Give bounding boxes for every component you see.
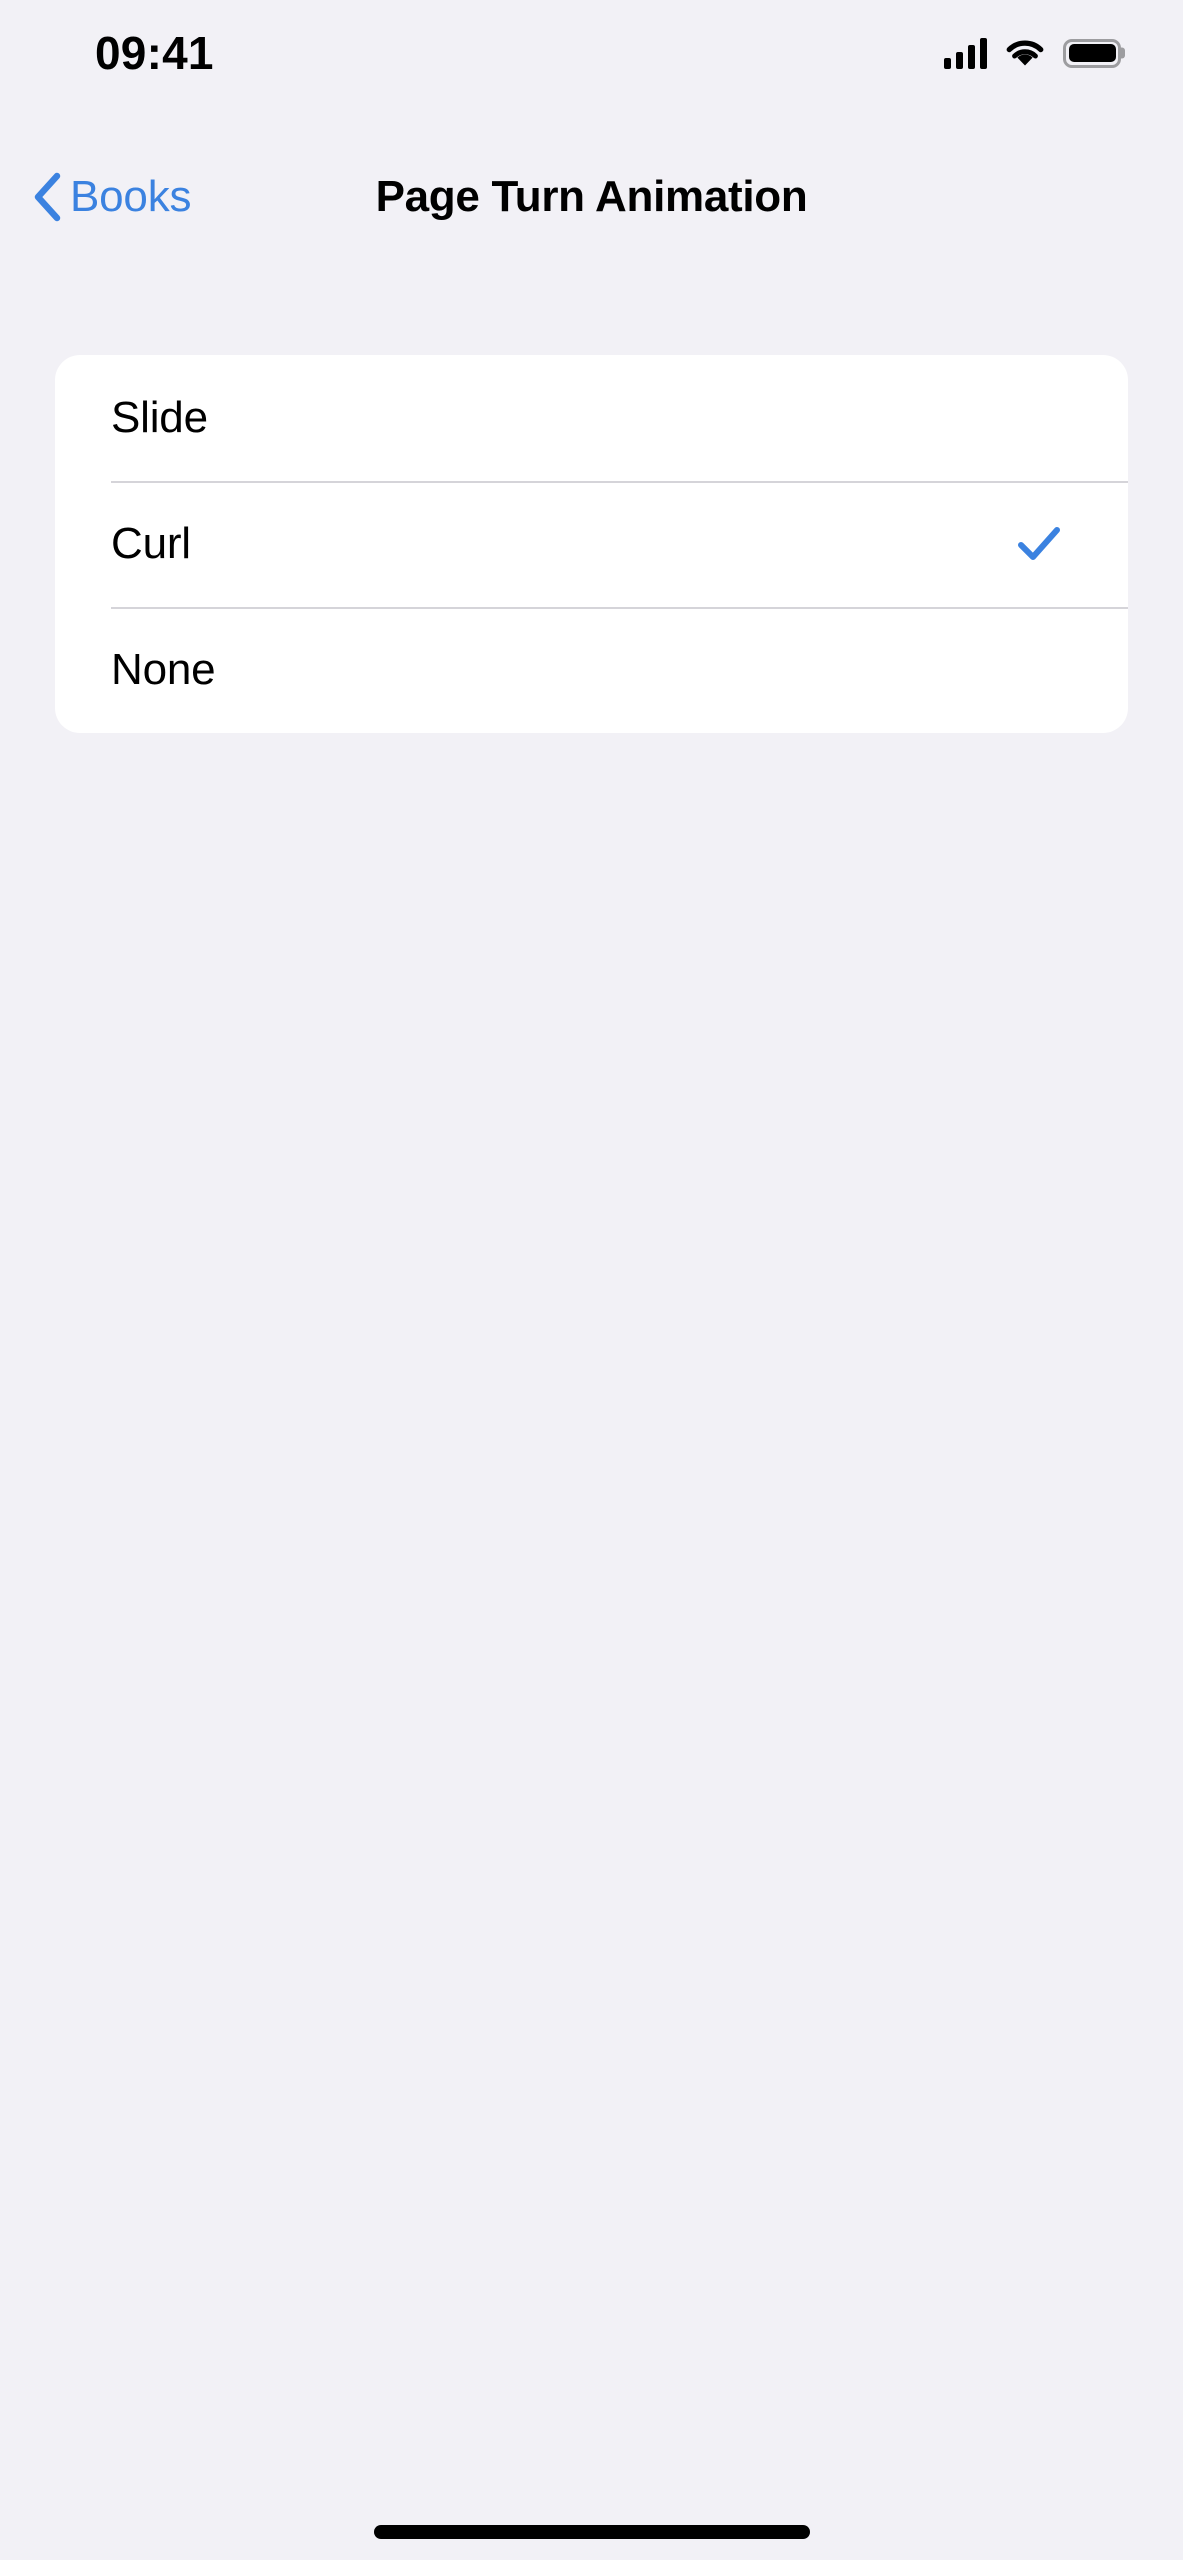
checkmark-icon bbox=[1016, 521, 1062, 567]
page-turn-animation-options-card: Slide Curl None bbox=[55, 355, 1128, 733]
battery-icon bbox=[1063, 38, 1121, 68]
back-button[interactable]: Books bbox=[30, 152, 191, 242]
option-row-curl[interactable]: Curl bbox=[55, 481, 1128, 607]
option-row-slide[interactable]: Slide bbox=[55, 355, 1128, 481]
cellular-bars-icon bbox=[944, 37, 987, 69]
navigation-bar: Books Page Turn Animation bbox=[0, 152, 1183, 242]
back-button-label: Books bbox=[70, 172, 192, 221]
status-bar-icons bbox=[944, 31, 1121, 69]
status-bar-time: 09:41 bbox=[95, 27, 214, 79]
option-label: None bbox=[111, 645, 216, 694]
chevron-left-icon bbox=[30, 171, 64, 223]
option-label: Curl bbox=[111, 519, 191, 568]
option-row-none[interactable]: None bbox=[55, 607, 1128, 733]
option-label: Slide bbox=[111, 393, 208, 442]
wifi-icon bbox=[1004, 38, 1046, 69]
status-bar: 09:41 bbox=[0, 0, 1183, 100]
home-indicator[interactable] bbox=[373, 2525, 810, 2539]
